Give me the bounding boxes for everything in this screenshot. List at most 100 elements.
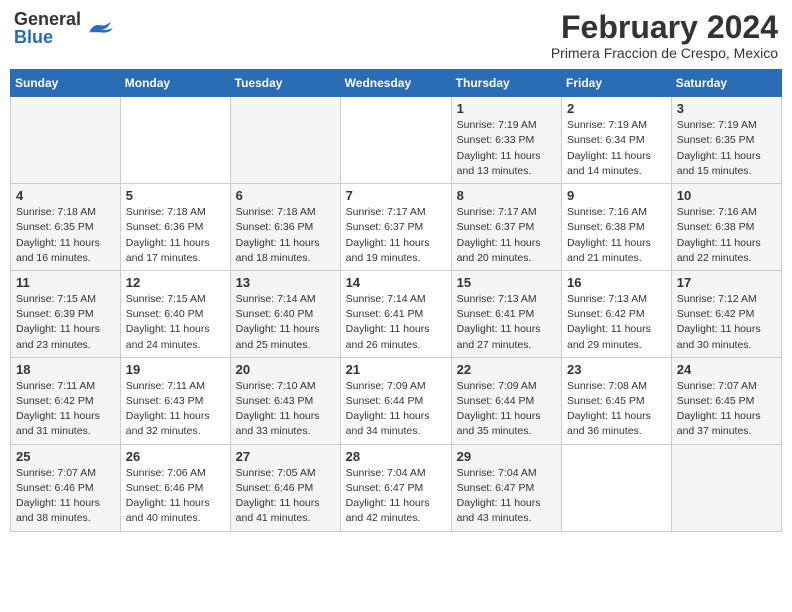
day-info: Sunrise: 7:17 AMSunset: 6:37 PMDaylight:… xyxy=(457,205,556,266)
day-number: 13 xyxy=(236,275,335,290)
day-number: 2 xyxy=(567,101,666,116)
calendar: SundayMondayTuesdayWednesdayThursdayFrid… xyxy=(10,69,782,531)
calendar-cell: 1 Sunrise: 7:19 AMSunset: 6:33 PMDaylight… xyxy=(451,97,561,184)
calendar-cell: 5 Sunrise: 7:18 AMSunset: 6:36 PMDaylight… xyxy=(120,184,230,271)
weekday-header: Sunday xyxy=(11,70,121,97)
day-number: 29 xyxy=(457,449,556,464)
day-info: Sunrise: 7:19 AMSunset: 6:33 PMDaylight:… xyxy=(457,118,556,179)
calendar-cell: 24 Sunrise: 7:07 AMSunset: 6:45 PMDayligh… xyxy=(671,357,781,444)
day-number: 15 xyxy=(457,275,556,290)
day-number: 3 xyxy=(677,101,776,116)
day-info: Sunrise: 7:18 AMSunset: 6:35 PMDaylight:… xyxy=(16,205,115,266)
logo: General Blue xyxy=(14,10,115,46)
day-info: Sunrise: 7:16 AMSunset: 6:38 PMDaylight:… xyxy=(567,205,666,266)
day-info: Sunrise: 7:04 AMSunset: 6:47 PMDaylight:… xyxy=(346,466,446,527)
calendar-cell: 4 Sunrise: 7:18 AMSunset: 6:35 PMDaylight… xyxy=(11,184,121,271)
calendar-cell: 12Sunrise: 7:15 AMSunset: 6:40 PMDayligh… xyxy=(120,270,230,357)
day-info: Sunrise: 7:06 AMSunset: 6:46 PMDaylight:… xyxy=(126,466,225,527)
day-info: Sunrise: 7:13 AMSunset: 6:42 PMDaylight:… xyxy=(567,292,666,353)
calendar-cell: 25 Sunrise: 7:07 AMSunset: 6:46 PMDayligh… xyxy=(11,444,121,531)
day-number: 16 xyxy=(567,275,666,290)
calendar-week-row: 1 Sunrise: 7:19 AMSunset: 6:33 PMDaylight… xyxy=(11,97,782,184)
weekday-header: Saturday xyxy=(671,70,781,97)
day-info: Sunrise: 7:04 AMSunset: 6:47 PMDaylight:… xyxy=(457,466,556,527)
day-info: Sunrise: 7:13 AMSunset: 6:41 PMDaylight:… xyxy=(457,292,556,353)
calendar-cell: 13 Sunrise: 7:14 AMSunset: 6:40 PMDayligh… xyxy=(230,270,340,357)
day-number: 4 xyxy=(16,188,115,203)
day-info: Sunrise: 7:14 AMSunset: 6:40 PMDaylight:… xyxy=(236,292,335,353)
calendar-cell: 22 Sunrise: 7:09 AMSunset: 6:44 PMDayligh… xyxy=(451,357,561,444)
day-number: 8 xyxy=(457,188,556,203)
day-number: 14 xyxy=(346,275,446,290)
day-number: 22 xyxy=(457,362,556,377)
day-info: Sunrise: 7:07 AMSunset: 6:45 PMDaylight:… xyxy=(677,379,776,440)
day-info: Sunrise: 7:16 AMSunset: 6:38 PMDaylight:… xyxy=(677,205,776,266)
calendar-cell: 28 Sunrise: 7:04 AMSunset: 6:47 PMDayligh… xyxy=(340,444,451,531)
day-info: Sunrise: 7:12 AMSunset: 6:42 PMDaylight:… xyxy=(677,292,776,353)
day-number: 5 xyxy=(126,188,225,203)
day-number: 23 xyxy=(567,362,666,377)
calendar-week-row: 25 Sunrise: 7:07 AMSunset: 6:46 PMDayligh… xyxy=(11,444,782,531)
day-number: 21 xyxy=(346,362,446,377)
calendar-cell: 7 Sunrise: 7:17 AMSunset: 6:37 PMDaylight… xyxy=(340,184,451,271)
day-info: Sunrise: 7:10 AMSunset: 6:43 PMDaylight:… xyxy=(236,379,335,440)
weekday-header: Monday xyxy=(120,70,230,97)
day-number: 17 xyxy=(677,275,776,290)
calendar-cell: 2 Sunrise: 7:19 AMSunset: 6:34 PMDaylight… xyxy=(562,97,672,184)
day-info: Sunrise: 7:05 AMSunset: 6:46 PMDaylight:… xyxy=(236,466,335,527)
calendar-header-row: SundayMondayTuesdayWednesdayThursdayFrid… xyxy=(11,70,782,97)
day-info: Sunrise: 7:19 AMSunset: 6:34 PMDaylight:… xyxy=(567,118,666,179)
logo-blue: Blue xyxy=(14,28,81,46)
day-info: Sunrise: 7:15 AMSunset: 6:40 PMDaylight:… xyxy=(126,292,225,353)
calendar-cell: 18 Sunrise: 7:11 AMSunset: 6:42 PMDayligh… xyxy=(11,357,121,444)
day-info: Sunrise: 7:18 AMSunset: 6:36 PMDaylight:… xyxy=(236,205,335,266)
day-number: 11 xyxy=(16,275,115,290)
calendar-week-row: 11 Sunrise: 7:15 AMSunset: 6:39 PMDayligh… xyxy=(11,270,782,357)
weekday-header: Thursday xyxy=(451,70,561,97)
calendar-cell: 20 Sunrise: 7:10 AMSunset: 6:43 PMDayligh… xyxy=(230,357,340,444)
day-info: Sunrise: 7:15 AMSunset: 6:39 PMDaylight:… xyxy=(16,292,115,353)
calendar-cell: 3 Sunrise: 7:19 AMSunset: 6:35 PMDaylight… xyxy=(671,97,781,184)
day-number: 19 xyxy=(126,362,225,377)
day-info: Sunrise: 7:18 AMSunset: 6:36 PMDaylight:… xyxy=(126,205,225,266)
day-info: Sunrise: 7:07 AMSunset: 6:46 PMDaylight:… xyxy=(16,466,115,527)
day-number: 1 xyxy=(457,101,556,116)
calendar-week-row: 18 Sunrise: 7:11 AMSunset: 6:42 PMDayligh… xyxy=(11,357,782,444)
calendar-cell: 10 Sunrise: 7:16 AMSunset: 6:38 PMDayligh… xyxy=(671,184,781,271)
day-number: 20 xyxy=(236,362,335,377)
calendar-cell: 19 Sunrise: 7:11 AMSunset: 6:43 PMDayligh… xyxy=(120,357,230,444)
day-number: 27 xyxy=(236,449,335,464)
page-subtitle: Primera Fraccion de Crespo, Mexico xyxy=(551,45,778,61)
day-number: 9 xyxy=(567,188,666,203)
calendar-cell: 6Sunrise: 7:18 AMSunset: 6:36 PMDaylight… xyxy=(230,184,340,271)
day-info: Sunrise: 7:11 AMSunset: 6:42 PMDaylight:… xyxy=(16,379,115,440)
day-info: Sunrise: 7:09 AMSunset: 6:44 PMDaylight:… xyxy=(457,379,556,440)
calendar-cell: 11 Sunrise: 7:15 AMSunset: 6:39 PMDayligh… xyxy=(11,270,121,357)
day-number: 26 xyxy=(126,449,225,464)
calendar-cell: 16 Sunrise: 7:13 AMSunset: 6:42 PMDayligh… xyxy=(562,270,672,357)
day-number: 24 xyxy=(677,362,776,377)
weekday-header: Wednesday xyxy=(340,70,451,97)
logo-general: General xyxy=(14,10,81,28)
calendar-cell: 8 Sunrise: 7:17 AMSunset: 6:37 PMDaylight… xyxy=(451,184,561,271)
day-info: Sunrise: 7:11 AMSunset: 6:43 PMDaylight:… xyxy=(126,379,225,440)
calendar-cell: 21 Sunrise: 7:09 AMSunset: 6:44 PMDayligh… xyxy=(340,357,451,444)
calendar-cell: 17 Sunrise: 7:12 AMSunset: 6:42 PMDayligh… xyxy=(671,270,781,357)
day-number: 28 xyxy=(346,449,446,464)
day-number: 10 xyxy=(677,188,776,203)
calendar-cell xyxy=(340,97,451,184)
calendar-cell xyxy=(562,444,672,531)
day-info: Sunrise: 7:08 AMSunset: 6:45 PMDaylight:… xyxy=(567,379,666,440)
day-info: Sunrise: 7:09 AMSunset: 6:44 PMDaylight:… xyxy=(346,379,446,440)
day-number: 7 xyxy=(346,188,446,203)
day-info: Sunrise: 7:17 AMSunset: 6:37 PMDaylight:… xyxy=(346,205,446,266)
day-number: 18 xyxy=(16,362,115,377)
calendar-week-row: 4 Sunrise: 7:18 AMSunset: 6:35 PMDaylight… xyxy=(11,184,782,271)
calendar-cell: 26 Sunrise: 7:06 AMSunset: 6:46 PMDayligh… xyxy=(120,444,230,531)
page-title: February 2024 xyxy=(551,10,778,45)
calendar-cell xyxy=(120,97,230,184)
calendar-cell: 29 Sunrise: 7:04 AMSunset: 6:47 PMDayligh… xyxy=(451,444,561,531)
weekday-header: Friday xyxy=(562,70,672,97)
day-info: Sunrise: 7:19 AMSunset: 6:35 PMDaylight:… xyxy=(677,118,776,179)
day-number: 25 xyxy=(16,449,115,464)
